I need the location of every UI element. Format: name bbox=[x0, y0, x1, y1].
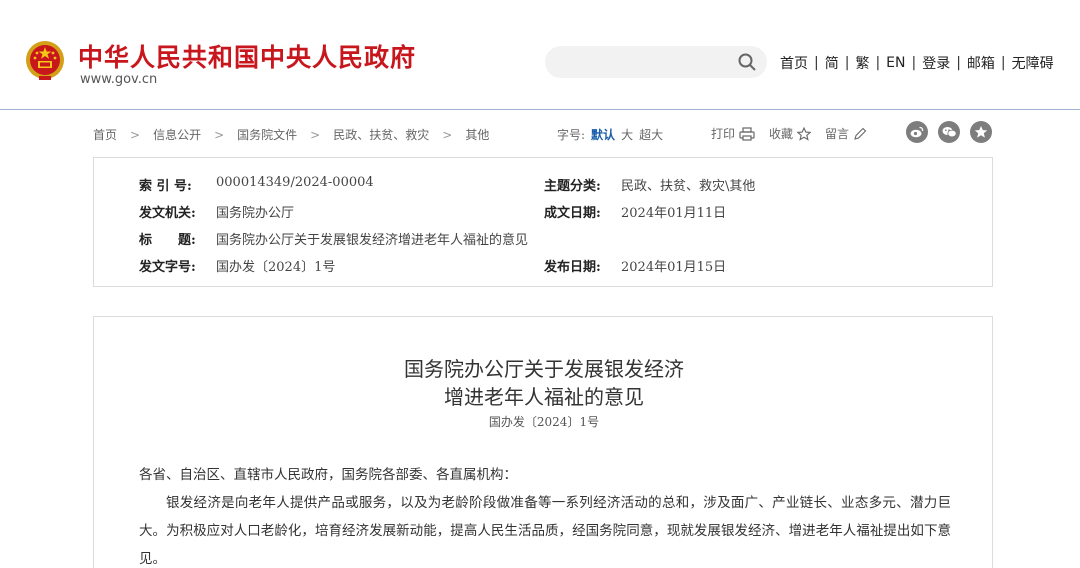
nav-separator: | bbox=[911, 55, 917, 71]
nav-accessibility[interactable]: 无障碍 bbox=[1012, 53, 1054, 73]
star-icon bbox=[797, 126, 812, 141]
font-size-label: 字号: bbox=[557, 128, 586, 142]
nav-mail[interactable]: 邮箱 bbox=[967, 53, 995, 73]
search-icon[interactable] bbox=[737, 52, 757, 72]
print-label: 打印 bbox=[711, 127, 736, 141]
written-date-value: 2024年01月11日 bbox=[621, 206, 727, 221]
nav-simplified[interactable]: 简 bbox=[825, 53, 839, 73]
search-input[interactable] bbox=[559, 52, 729, 72]
info-row: 发文字号: 国办发〔2024〕1号 发布日期: 2024年01月15日 bbox=[94, 256, 994, 278]
site-title[interactable]: 中华人民共和国中央人民政府 bbox=[78, 38, 416, 74]
nav-home[interactable]: 首页 bbox=[780, 53, 808, 73]
info-row: 索 引 号: 000014349/2024-00004 主题分类: 民政、扶贫、… bbox=[94, 175, 994, 197]
nav-separator: | bbox=[814, 55, 819, 71]
category-value: 民政、扶贫、救灾\其他 bbox=[621, 179, 756, 194]
nav-english[interactable]: EN bbox=[886, 55, 905, 71]
chevron-right-icon: > bbox=[214, 127, 225, 142]
doc-number-label: 发文字号: bbox=[139, 260, 196, 275]
paragraph: 银发经济是向老年人提供产品或服务，以及为老龄阶段做准备等一系列经济活动的总和，涉… bbox=[139, 495, 951, 567]
nav-separator: | bbox=[956, 55, 961, 71]
document-body-panel: 国务院办公厅关于发展银发经济 增进老年人福祉的意见 国办发〔2024〕1号 各省… bbox=[93, 316, 993, 568]
qzone-icon[interactable] bbox=[970, 121, 992, 143]
document-title-line2: 增进老年人福祉的意见 bbox=[444, 385, 644, 409]
breadcrumb-civil-affairs[interactable]: 民政、扶贫、救灾 bbox=[333, 126, 429, 143]
publish-date-value: 2024年01月15日 bbox=[621, 260, 727, 275]
top-nav: 首页 | 简 | 繁 | EN | 登录 | 邮箱 | 无障碍 bbox=[780, 53, 1054, 73]
breadcrumb-info-public[interactable]: 信息公开 bbox=[153, 126, 201, 143]
category-label: 主题分类: bbox=[544, 179, 601, 194]
title-value: 国务院办公厅关于发展银发经济增进老年人福祉的意见 bbox=[216, 233, 529, 248]
breadcrumb-other[interactable]: 其他 bbox=[465, 126, 489, 143]
font-size-xlarge[interactable]: 超大 bbox=[639, 126, 663, 143]
breadcrumb-home[interactable]: 首页 bbox=[93, 126, 117, 143]
font-size-default[interactable]: 默认 bbox=[591, 126, 615, 143]
document-number: 国办发〔2024〕1号 bbox=[488, 415, 600, 429]
breadcrumb: 首页 > 信息公开 > 国务院文件 > 民政、扶贫、救灾 > 其他 bbox=[93, 126, 489, 143]
chevron-right-icon: > bbox=[310, 127, 321, 142]
salutation: 各省、自治区、直辖市人民政府，国务院各部委、各直属机构： bbox=[139, 467, 517, 483]
comment-label: 留言 bbox=[825, 127, 850, 141]
document-info-table: 索 引 号: 000014349/2024-00004 主题分类: 民政、扶贫、… bbox=[93, 157, 993, 287]
favorite-button[interactable]: 收藏 bbox=[769, 125, 812, 142]
doc-number-value: 国办发〔2024〕1号 bbox=[216, 260, 336, 275]
nav-login[interactable]: 登录 bbox=[922, 53, 950, 73]
breadcrumb-state-council-docs[interactable]: 国务院文件 bbox=[237, 126, 297, 143]
wechat-icon[interactable] bbox=[938, 121, 960, 143]
document-title-line1: 国务院办公厅关于发展银发经济 bbox=[404, 357, 684, 381]
search-bar bbox=[545, 46, 767, 78]
chevron-right-icon: > bbox=[442, 127, 453, 142]
site-header: 中华人民共和国中央人民政府 www.gov.cn 首页 | 简 | 繁 | EN… bbox=[0, 0, 1080, 110]
print-button[interactable]: 打印 bbox=[711, 125, 755, 142]
publish-date-label: 发布日期: bbox=[544, 260, 601, 275]
chevron-right-icon: > bbox=[130, 127, 141, 142]
comment-button[interactable]: 留言 bbox=[825, 125, 867, 142]
favorite-label: 收藏 bbox=[769, 127, 794, 141]
national-emblem-icon[interactable] bbox=[25, 40, 65, 84]
site-url: www.gov.cn bbox=[80, 72, 158, 87]
page-tools: 打印 收藏 留言 bbox=[711, 125, 881, 142]
written-date-label: 成文日期: bbox=[544, 206, 601, 221]
nav-separator: | bbox=[1000, 55, 1006, 71]
share-bar bbox=[906, 121, 1002, 143]
pencil-icon bbox=[854, 127, 867, 140]
nav-separator: | bbox=[844, 55, 850, 71]
index-number-value: 000014349/2024-00004 bbox=[216, 175, 374, 190]
nav-separator: | bbox=[875, 55, 881, 71]
index-number-label: 索 引 号: bbox=[139, 179, 192, 194]
issuer-value: 国务院办公厅 bbox=[216, 206, 295, 221]
printer-icon bbox=[739, 126, 755, 141]
nav-traditional[interactable]: 繁 bbox=[855, 53, 869, 73]
font-size-switcher: 字号: 默认 大 超大 bbox=[557, 126, 663, 143]
weibo-icon[interactable] bbox=[906, 121, 928, 143]
issuer-label: 发文机关: bbox=[139, 206, 196, 221]
font-size-large[interactable]: 大 bbox=[621, 126, 633, 143]
document-text: 各省、自治区、直辖市人民政府，国务院各部委、各直属机构： 银发经济是向老年人提供… bbox=[139, 461, 951, 568]
info-row: 标 题: 国务院办公厅关于发展银发经济增进老年人福祉的意见 bbox=[94, 229, 994, 251]
info-row: 发文机关: 国务院办公厅 成文日期: 2024年01月11日 bbox=[94, 202, 994, 224]
title-label: 标 题: bbox=[139, 233, 196, 248]
